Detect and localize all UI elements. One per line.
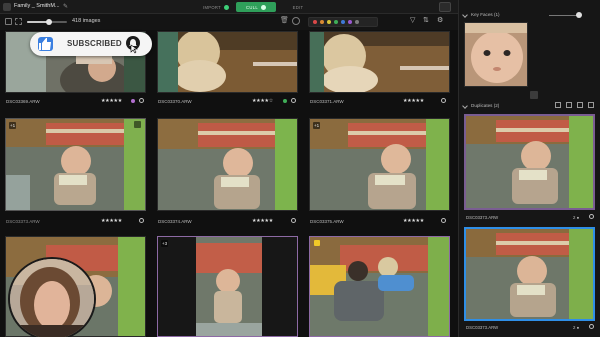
photo-filename: DSC03373.ARW <box>6 219 40 224</box>
status-circle-icon[interactable] <box>139 98 144 103</box>
color-label-red[interactable] <box>313 20 317 24</box>
baby-photo <box>158 32 297 92</box>
zoom-slider-handle[interactable] <box>46 19 52 25</box>
duplicate-filename: DSC03373.ARW <box>466 325 499 330</box>
add-face-button[interactable] <box>530 91 538 99</box>
step-import[interactable]: IMPORT <box>196 2 236 12</box>
face-size-slider-handle[interactable] <box>576 12 582 18</box>
project-title[interactable]: Family _ SmithM... <box>14 3 60 9</box>
stack-icon[interactable] <box>134 121 141 128</box>
list-icon[interactable] <box>15 18 22 25</box>
status-circle-icon[interactable] <box>291 218 296 223</box>
photo-thumbnail[interactable] <box>309 118 450 211</box>
app-logo-icon[interactable] <box>3 3 11 11</box>
color-label-dot[interactable] <box>283 99 287 103</box>
duplicate-thumbnail[interactable] <box>464 114 595 210</box>
subscribe-label: SUBSCRIBED <box>67 39 122 48</box>
photo-thumbnail[interactable] <box>157 31 298 93</box>
stack-count-badge[interactable]: +1 <box>313 122 321 129</box>
baby-photo <box>310 119 449 210</box>
status-circle-icon[interactable] <box>589 214 594 219</box>
key-faces-title: Key Faces (1) <box>471 12 500 17</box>
grid-view-icon[interactable] <box>566 102 572 108</box>
step-edit-label: EDIT <box>292 4 304 10</box>
presenter-video <box>10 259 94 337</box>
star-rating[interactable]: ★★★★★ <box>403 98 424 104</box>
progress-icon <box>260 4 266 10</box>
family-photo <box>310 237 449 336</box>
photo-filename: DSC03370.ARW <box>158 99 192 104</box>
status-circle-icon[interactable] <box>441 218 446 223</box>
status-circle-icon[interactable] <box>589 324 594 329</box>
compare-view-icon[interactable] <box>555 102 561 108</box>
duplicate-thumbnail[interactable] <box>464 227 595 321</box>
color-label-gray[interactable] <box>355 20 359 24</box>
duplicate-filename: DSC03373.ARW <box>466 215 499 220</box>
color-label-dot[interactable] <box>131 99 135 103</box>
trash-icon[interactable]: 🗑 <box>280 16 289 24</box>
color-tag-badge[interactable] <box>314 240 320 246</box>
photo-thumbnail[interactable] <box>309 31 450 93</box>
baby-face <box>465 23 527 86</box>
sort-icon[interactable]: ⇅ <box>423 16 429 24</box>
stack-count-badge[interactable]: +3 <box>161 240 169 247</box>
baby-photo <box>466 116 593 208</box>
stack-count-badge[interactable]: +1 <box>9 122 17 129</box>
baby-photo <box>310 32 449 92</box>
cursor-icon <box>130 44 138 56</box>
status-circle-icon[interactable] <box>441 98 446 103</box>
grid-toolbar: 418 images 🗑 ▽ ⇅ ⚙ <box>0 14 458 30</box>
compare-icon[interactable] <box>292 17 300 25</box>
photo-thumbnail[interactable] <box>5 118 146 211</box>
photo-filename: DSC03371.ARW <box>310 99 344 104</box>
photo-filename: DSC03369.ARW <box>6 99 40 104</box>
color-label-orange[interactable] <box>320 20 324 24</box>
step-edit[interactable]: EDIT <box>282 2 314 12</box>
export-button[interactable] <box>439 2 451 12</box>
photo-filename: DSC03374.ARW <box>158 219 192 224</box>
step-cull[interactable]: CULL <box>236 2 276 12</box>
baby-photo <box>6 119 145 210</box>
photo-thumbnail[interactable] <box>157 236 298 337</box>
photo-thumbnail[interactable] <box>309 236 450 337</box>
step-import-label: IMPORT <box>202 4 221 10</box>
right-panel: Key Faces (1) Duplicates (2) DSC03373.AR… <box>458 0 600 337</box>
webcam-overlay <box>8 257 96 337</box>
color-label-green[interactable] <box>334 20 338 24</box>
image-count: 418 images <box>72 18 101 24</box>
duplicates-title: Duplicates (2) <box>471 103 500 108</box>
subscribe-overlay[interactable]: SUBSCRIBED <box>30 32 152 56</box>
photo-thumbnail[interactable] <box>157 118 298 211</box>
star-rating[interactable]: ★★★★★ <box>252 218 273 224</box>
star-rating[interactable]: ★★★★☆ <box>252 98 273 104</box>
star-rating[interactable]: ★★★★★ <box>101 218 122 224</box>
photo-filename: DSC03375.ARW <box>310 219 344 224</box>
color-label-blue[interactable] <box>341 20 345 24</box>
thumbs-up-icon <box>38 37 53 51</box>
filter-icon[interactable]: ▽ <box>410 16 415 24</box>
baby-photo <box>158 237 297 336</box>
star-rating[interactable]: ★★★★★ <box>101 98 122 104</box>
key-face-thumbnail[interactable] <box>464 22 528 87</box>
star-rating[interactable]: ★★★★★ <box>403 218 424 224</box>
check-icon <box>224 4 229 10</box>
expand-view-icon[interactable] <box>588 102 594 108</box>
status-circle-icon[interactable] <box>291 98 296 103</box>
settings-icon[interactable]: ⚙ <box>437 16 443 24</box>
color-label-yellow[interactable] <box>327 20 331 24</box>
duplicate-count: 2 ● <box>573 215 580 220</box>
status-circle-icon[interactable] <box>139 218 144 223</box>
baby-photo <box>158 119 297 210</box>
chevron-down-icon[interactable] <box>462 12 468 18</box>
step-cull-label: CULL <box>246 4 258 10</box>
edit-title-icon[interactable]: ✎ <box>63 3 68 10</box>
grid-icon[interactable] <box>5 18 12 25</box>
baby-photo <box>466 229 593 319</box>
stack-view-icon[interactable] <box>577 102 583 108</box>
color-label-purple[interactable] <box>348 20 352 24</box>
chevron-down-icon[interactable] <box>462 103 468 109</box>
face-size-slider[interactable] <box>549 15 579 16</box>
duplicate-count: 2 ● <box>573 325 580 330</box>
